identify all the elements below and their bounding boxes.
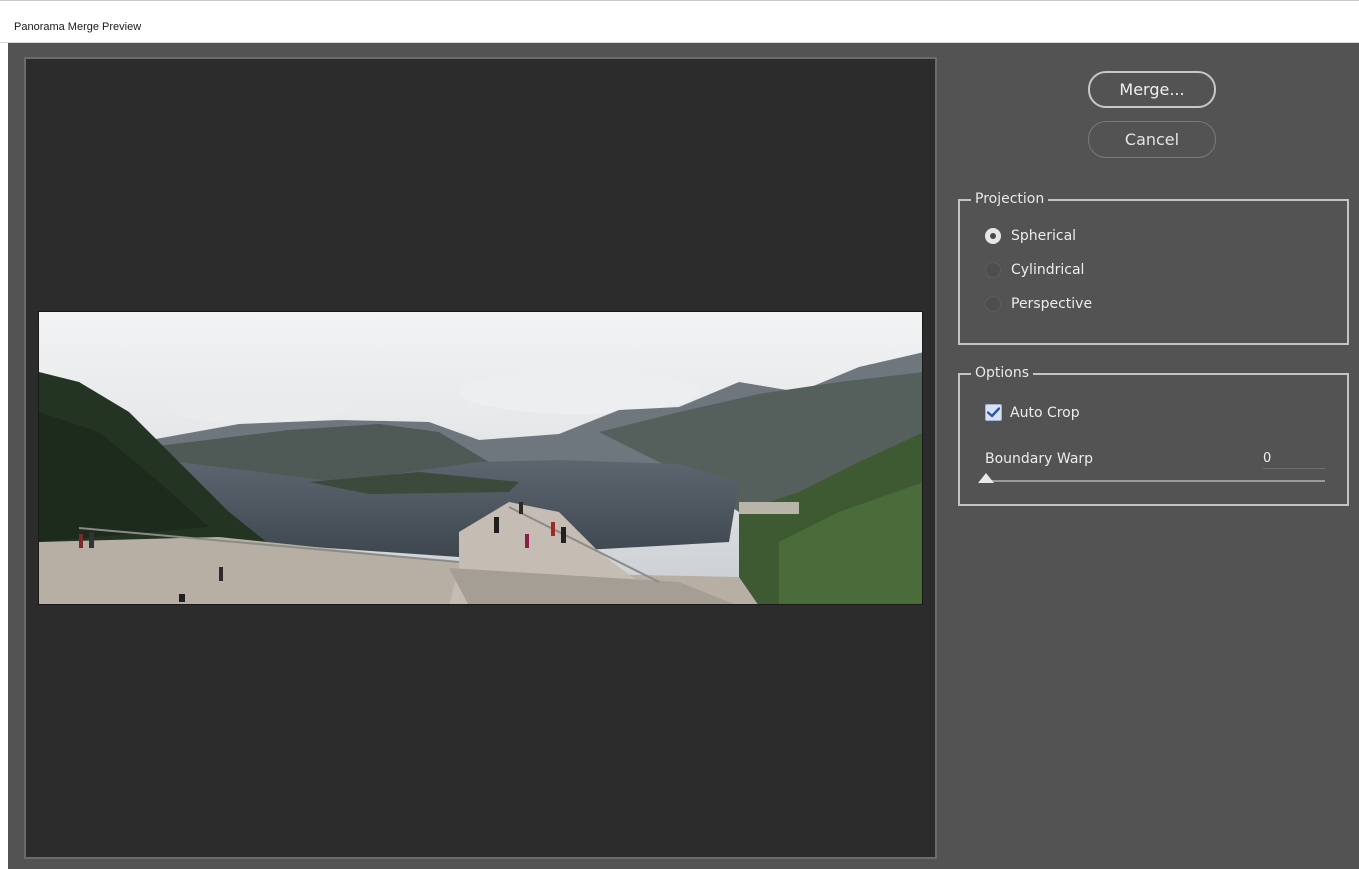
boundary-warp-value-field[interactable]: 0: [1263, 443, 1325, 469]
options-group: Options Auto Crop Boundary Warp 0: [958, 365, 1349, 506]
radio-spherical[interactable]: Spherical: [985, 228, 1076, 244]
checkbox-checked-icon[interactable]: [985, 404, 1002, 421]
auto-crop-checkbox[interactable]: Auto Crop: [985, 404, 1080, 421]
projection-legend: Projection: [971, 191, 1049, 207]
radio-unselected-icon[interactable]: [985, 262, 1001, 278]
projection-group: Projection Spherical Cylindrical Perspec…: [958, 191, 1349, 345]
boundary-warp-label: Boundary Warp: [985, 451, 1094, 467]
radio-spherical-label: Spherical: [1011, 228, 1077, 244]
cancel-button[interactable]: Cancel: [1088, 121, 1216, 158]
panorama-preview-image: [38, 311, 923, 605]
title-bar: Panorama Merge Preview: [0, 0, 1359, 43]
radio-perspective-label: Perspective: [1011, 296, 1093, 312]
window-title: Panorama Merge Preview: [14, 21, 142, 33]
boundary-warp-slider-thumb[interactable]: [978, 473, 994, 483]
radio-selected-icon[interactable]: [985, 228, 1001, 244]
radio-perspective[interactable]: Perspective: [985, 296, 1092, 312]
merge-button[interactable]: Merge...: [1088, 71, 1216, 108]
radio-cylindrical[interactable]: Cylindrical: [985, 262, 1084, 278]
boundary-warp-slider-track[interactable]: [988, 480, 1325, 482]
options-legend: Options: [971, 365, 1034, 381]
radio-unselected-icon[interactable]: [985, 296, 1001, 312]
auto-crop-label: Auto Crop: [1010, 404, 1080, 421]
radio-cylindrical-label: Cylindrical: [1011, 262, 1085, 278]
